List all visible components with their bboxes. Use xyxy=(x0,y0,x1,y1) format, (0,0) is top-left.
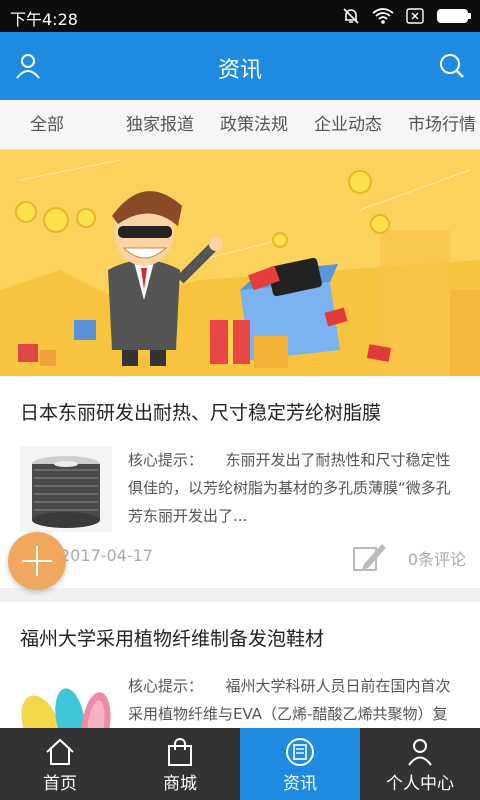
nav-mall-label: 商城 xyxy=(163,774,197,794)
nav-profile-label: 个人中心 xyxy=(386,774,454,794)
person-icon xyxy=(408,739,432,766)
nav-news[interactable]: 资讯 xyxy=(240,728,360,800)
nav-profile[interactable]: 个人中心 xyxy=(360,728,480,800)
mute-bell-icon xyxy=(343,8,359,24)
search-icon[interactable] xyxy=(436,50,468,82)
tab-all[interactable]: 全部 xyxy=(0,100,98,149)
tab-company-news[interactable]: 企业动态 xyxy=(302,100,396,149)
tab-market[interactable]: 市场行情 xyxy=(396,100,480,149)
news-summary: 核心提示： 福州大学科研人员日前在国内首次采用植物纤维与EVA（乙烯-醋酸乙烯共… xyxy=(128,677,451,723)
news-thumbnail xyxy=(20,672,112,728)
category-tabs: 全部 独家报道 政策法规 企业动态 市场行情 xyxy=(0,100,480,150)
news-item[interactable]: 福州大学采用植物纤维制备发泡鞋材 核心提示： 福州大学科研人员日前在国内首次采用… xyxy=(0,602,480,728)
tab-exclusive[interactable]: 独家报道 xyxy=(98,100,206,149)
news-item[interactable]: 日本东丽研发出耐热、尺寸稳定芳纶树脂膜 核心提示： 东丽开发出了耐热性和尺寸稳定… xyxy=(0,376,480,588)
nav-mall[interactable]: 商城 xyxy=(120,728,240,800)
news-date: 2017-04-17 xyxy=(60,546,153,565)
wifi-icon xyxy=(372,8,394,24)
app-bar: 资讯 xyxy=(0,32,480,100)
nav-home-label: 首页 xyxy=(43,774,77,794)
news-icon xyxy=(286,738,314,766)
banner-image[interactable] xyxy=(0,150,480,376)
status-bar: 下午4:28 xyxy=(0,0,480,32)
news-title[interactable]: 日本东丽研发出耐热、尺寸稳定芳纶树脂膜 xyxy=(0,376,480,430)
news-thumbnail xyxy=(20,446,112,532)
status-icons xyxy=(342,6,472,26)
comment-count[interactable]: 0条评论 xyxy=(408,546,466,570)
home-icon xyxy=(46,738,74,765)
add-button[interactable] xyxy=(8,532,66,590)
shopping-bag-icon xyxy=(168,738,192,766)
nav-news-label: 资讯 xyxy=(283,774,317,794)
page-title: 资讯 xyxy=(217,58,262,83)
sim-x-icon xyxy=(406,8,424,24)
news-meta: 2017-04-17 0条评论 xyxy=(0,532,480,588)
bottom-nav: 首页 商城 资讯 个人中心 xyxy=(0,728,480,800)
news-title[interactable]: 福州大学采用植物纤维制备发泡鞋材 xyxy=(0,602,480,656)
news-summary: 核心提示： 东丽开发出了耐热性和尺寸稳定性俱佳的，以芳纶树脂为基材的多孔质薄膜“… xyxy=(128,451,451,525)
pen-comment-icon[interactable] xyxy=(352,540,388,574)
divider xyxy=(0,588,480,602)
nav-home[interactable]: 首页 xyxy=(0,728,120,800)
tab-policy[interactable]: 政策法规 xyxy=(206,100,302,149)
battery-icon xyxy=(437,9,471,23)
status-time: 下午4:28 xyxy=(10,10,78,29)
news-list[interactable]: 日本东丽研发出耐热、尺寸稳定芳纶树脂膜 核心提示： 东丽开发出了耐热性和尺寸稳定… xyxy=(0,150,480,728)
